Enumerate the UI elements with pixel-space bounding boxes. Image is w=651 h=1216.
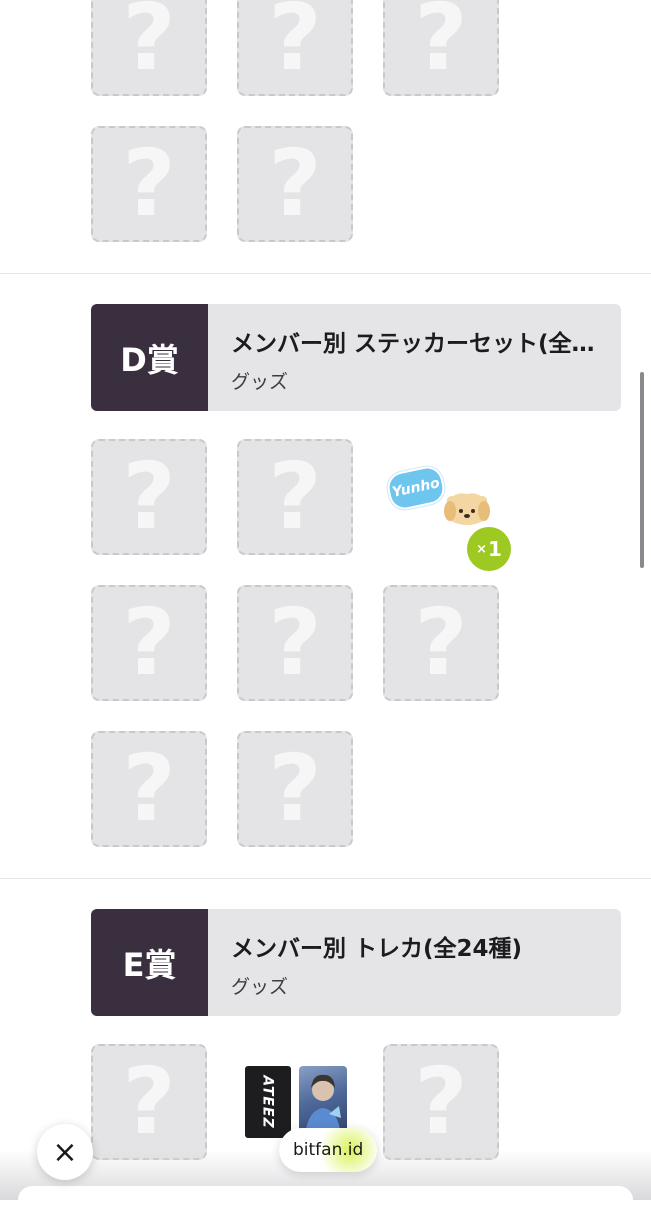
count-value: 1 — [487, 537, 502, 561]
prize-rank-badge: D賞 — [91, 304, 208, 411]
question-mark-icon: ? — [122, 443, 176, 550]
prize-category: グッズ — [231, 371, 289, 393]
question-mark-icon: ? — [122, 130, 176, 237]
question-mark-icon: ? — [122, 0, 176, 91]
prize-title: メンバー別 トレカ(全24種) — [231, 936, 523, 962]
prize-list-page: ? ? ? ? ? D賞 メンバー別 ステッカーセット(全… グッズ ? ? Y… — [0, 0, 651, 1216]
mystery-card[interactable]: ? — [91, 126, 207, 242]
question-mark-icon: ? — [122, 1048, 176, 1155]
mystery-card[interactable]: ? — [383, 585, 499, 701]
sticker-name-label: Yunho — [384, 463, 448, 513]
mystery-card[interactable]: ? — [383, 0, 499, 96]
mystery-card[interactable]: ? — [91, 1044, 207, 1160]
card-logo-text: ATEEZ — [260, 1075, 277, 1129]
question-mark-icon: ? — [268, 735, 322, 842]
close-icon: × — [52, 1134, 78, 1170]
question-mark-icon: ? — [122, 735, 176, 842]
mystery-card[interactable]: ? — [237, 0, 353, 96]
question-mark-icon: ? — [268, 443, 322, 550]
mystery-card[interactable]: ? — [237, 439, 353, 555]
brand-label: bitfan.id — [293, 1140, 364, 1160]
count-prefix: × — [476, 541, 487, 557]
mystery-card[interactable]: ? — [237, 585, 353, 701]
mystery-card[interactable]: ? — [237, 731, 353, 847]
bottom-sheet-edge — [18, 1186, 633, 1216]
mystery-card[interactable]: ? — [91, 0, 207, 96]
mystery-card[interactable]: ? — [91, 585, 207, 701]
section-divider — [0, 273, 651, 274]
question-mark-icon: ? — [414, 589, 468, 696]
revealed-sticker-item[interactable]: Yunho × 1 — [383, 439, 511, 571]
mystery-card[interactable]: ? — [237, 126, 353, 242]
question-mark-icon: ? — [414, 1048, 468, 1155]
mystery-card[interactable]: ? — [383, 1044, 499, 1160]
close-button[interactable]: × — [37, 1124, 93, 1180]
scrollbar[interactable] — [640, 372, 644, 568]
brand-pill[interactable]: bitfan.id — [279, 1128, 378, 1172]
prize-category: グッズ — [231, 976, 289, 998]
prize-header-e[interactable]: E賞 メンバー別 トレカ(全24種) グッズ — [91, 909, 621, 1016]
puppy-sticker-icon — [444, 491, 490, 527]
mystery-card[interactable]: ? — [91, 439, 207, 555]
question-mark-icon: ? — [414, 0, 468, 91]
prize-header-d[interactable]: D賞 メンバー別 ステッカーセット(全… グッズ — [91, 304, 621, 411]
question-mark-icon: ? — [268, 0, 322, 91]
mystery-card[interactable]: ? — [91, 731, 207, 847]
prize-title: メンバー別 ステッカーセット(全… — [231, 331, 595, 357]
item-count-badge: × 1 — [467, 527, 511, 571]
question-mark-icon: ? — [268, 130, 322, 237]
question-mark-icon: ? — [268, 589, 322, 696]
trading-card-back: ATEEZ — [245, 1066, 291, 1138]
prize-rank-badge: E賞 — [91, 909, 208, 1016]
section-divider — [0, 878, 651, 879]
question-mark-icon: ? — [122, 589, 176, 696]
